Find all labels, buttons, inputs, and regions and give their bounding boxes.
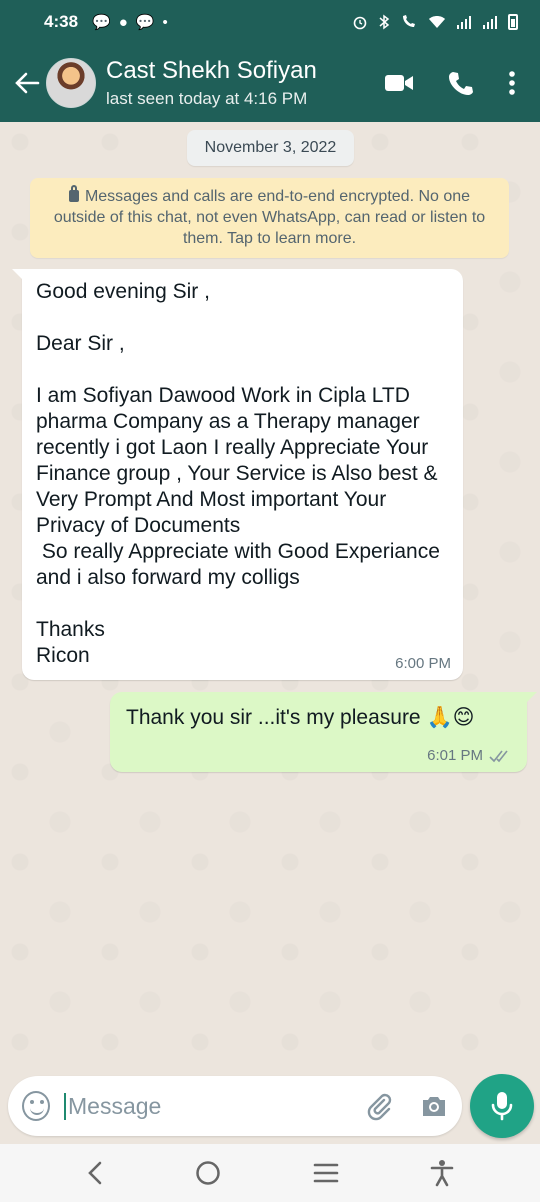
system-icons <box>352 14 518 30</box>
more-notifications-dot-icon: • <box>162 13 168 31</box>
outgoing-message-text: Thank you sir ...it's my pleasure 🙏😊 <box>126 706 475 729</box>
back-button[interactable] <box>8 72 46 94</box>
signal-1-icon <box>457 16 471 29</box>
message-notification-icon: 💬 <box>135 14 155 31</box>
vertical-dots-icon <box>509 71 515 95</box>
encryption-notice-text: Messages and calls are end-to-end encryp… <box>53 188 486 247</box>
battery-icon <box>508 14 518 30</box>
camera-button[interactable] <box>420 1094 448 1118</box>
emoji-icon[interactable] <box>22 1091 50 1121</box>
date-separator: November 3, 2022 <box>187 130 354 166</box>
attach-button[interactable] <box>364 1091 394 1121</box>
microphone-icon <box>491 1092 513 1121</box>
notification-icons: 💬 ● 💬 • <box>92 13 168 32</box>
contact-avatar[interactable] <box>46 58 96 108</box>
system-navigation-bar <box>0 1144 540 1202</box>
back-arrow-icon <box>15 72 40 94</box>
last-seen-status: last seen today at 4:16 PM <box>106 89 308 108</box>
alarm-icon <box>353 16 367 30</box>
status-bar: 4:38 💬 ● 💬 • <box>0 0 540 44</box>
contact-name: Cast Shekh Sofiyan <box>106 57 317 84</box>
voice-call-button[interactable] <box>448 70 474 96</box>
double-check-icon <box>489 750 508 762</box>
outgoing-message-bubble[interactable]: Thank you sir ...it's my pleasure 🙏😊 6:0… <box>110 692 537 772</box>
video-camera-icon <box>385 75 413 91</box>
nav-home-icon[interactable] <box>195 1160 221 1186</box>
messenger-notification-icon: ● <box>118 13 128 31</box>
nav-recents-icon[interactable] <box>313 1162 339 1184</box>
video-call-button[interactable] <box>384 73 414 93</box>
accessibility-icon[interactable] <box>430 1159 454 1187</box>
voice-record-button[interactable] <box>470 1074 534 1138</box>
message-composer <box>8 1076 462 1136</box>
nav-back-icon[interactable] <box>86 1161 104 1185</box>
bluetooth-icon <box>379 14 390 30</box>
camera-icon <box>423 1097 445 1116</box>
incoming-message-text: Good evening Sir , Dear Sir , I am Sofiy… <box>36 280 440 667</box>
message-input[interactable] <box>64 1092 364 1120</box>
incoming-message-time: 6:00 PM <box>395 655 451 672</box>
paperclip-icon <box>367 1093 392 1121</box>
outgoing-message-time: 6:01 PM <box>427 747 483 764</box>
signal-2-icon <box>483 16 497 29</box>
chat-notification-icon: 💬 <box>92 14 111 31</box>
status-time: 4:38 <box>44 12 79 31</box>
wifi-call-icon <box>403 15 415 27</box>
contact-info[interactable]: Cast Shekh Sofiyan last seen today at 4:… <box>106 57 317 109</box>
more-options-button[interactable] <box>508 70 516 96</box>
wifi-icon <box>429 16 445 28</box>
encryption-notice[interactable]: Messages and calls are end-to-end encryp… <box>30 178 509 258</box>
chat-area[interactable]: November 3, 2022 Messages and calls are … <box>0 122 540 1072</box>
phone-icon <box>449 72 473 95</box>
lock-icon <box>68 185 79 202</box>
chat-header: Cast Shekh Sofiyan last seen today at 4:… <box>0 44 540 122</box>
incoming-message-bubble[interactable]: Good evening Sir , Dear Sir , I am Sofiy… <box>12 269 463 680</box>
